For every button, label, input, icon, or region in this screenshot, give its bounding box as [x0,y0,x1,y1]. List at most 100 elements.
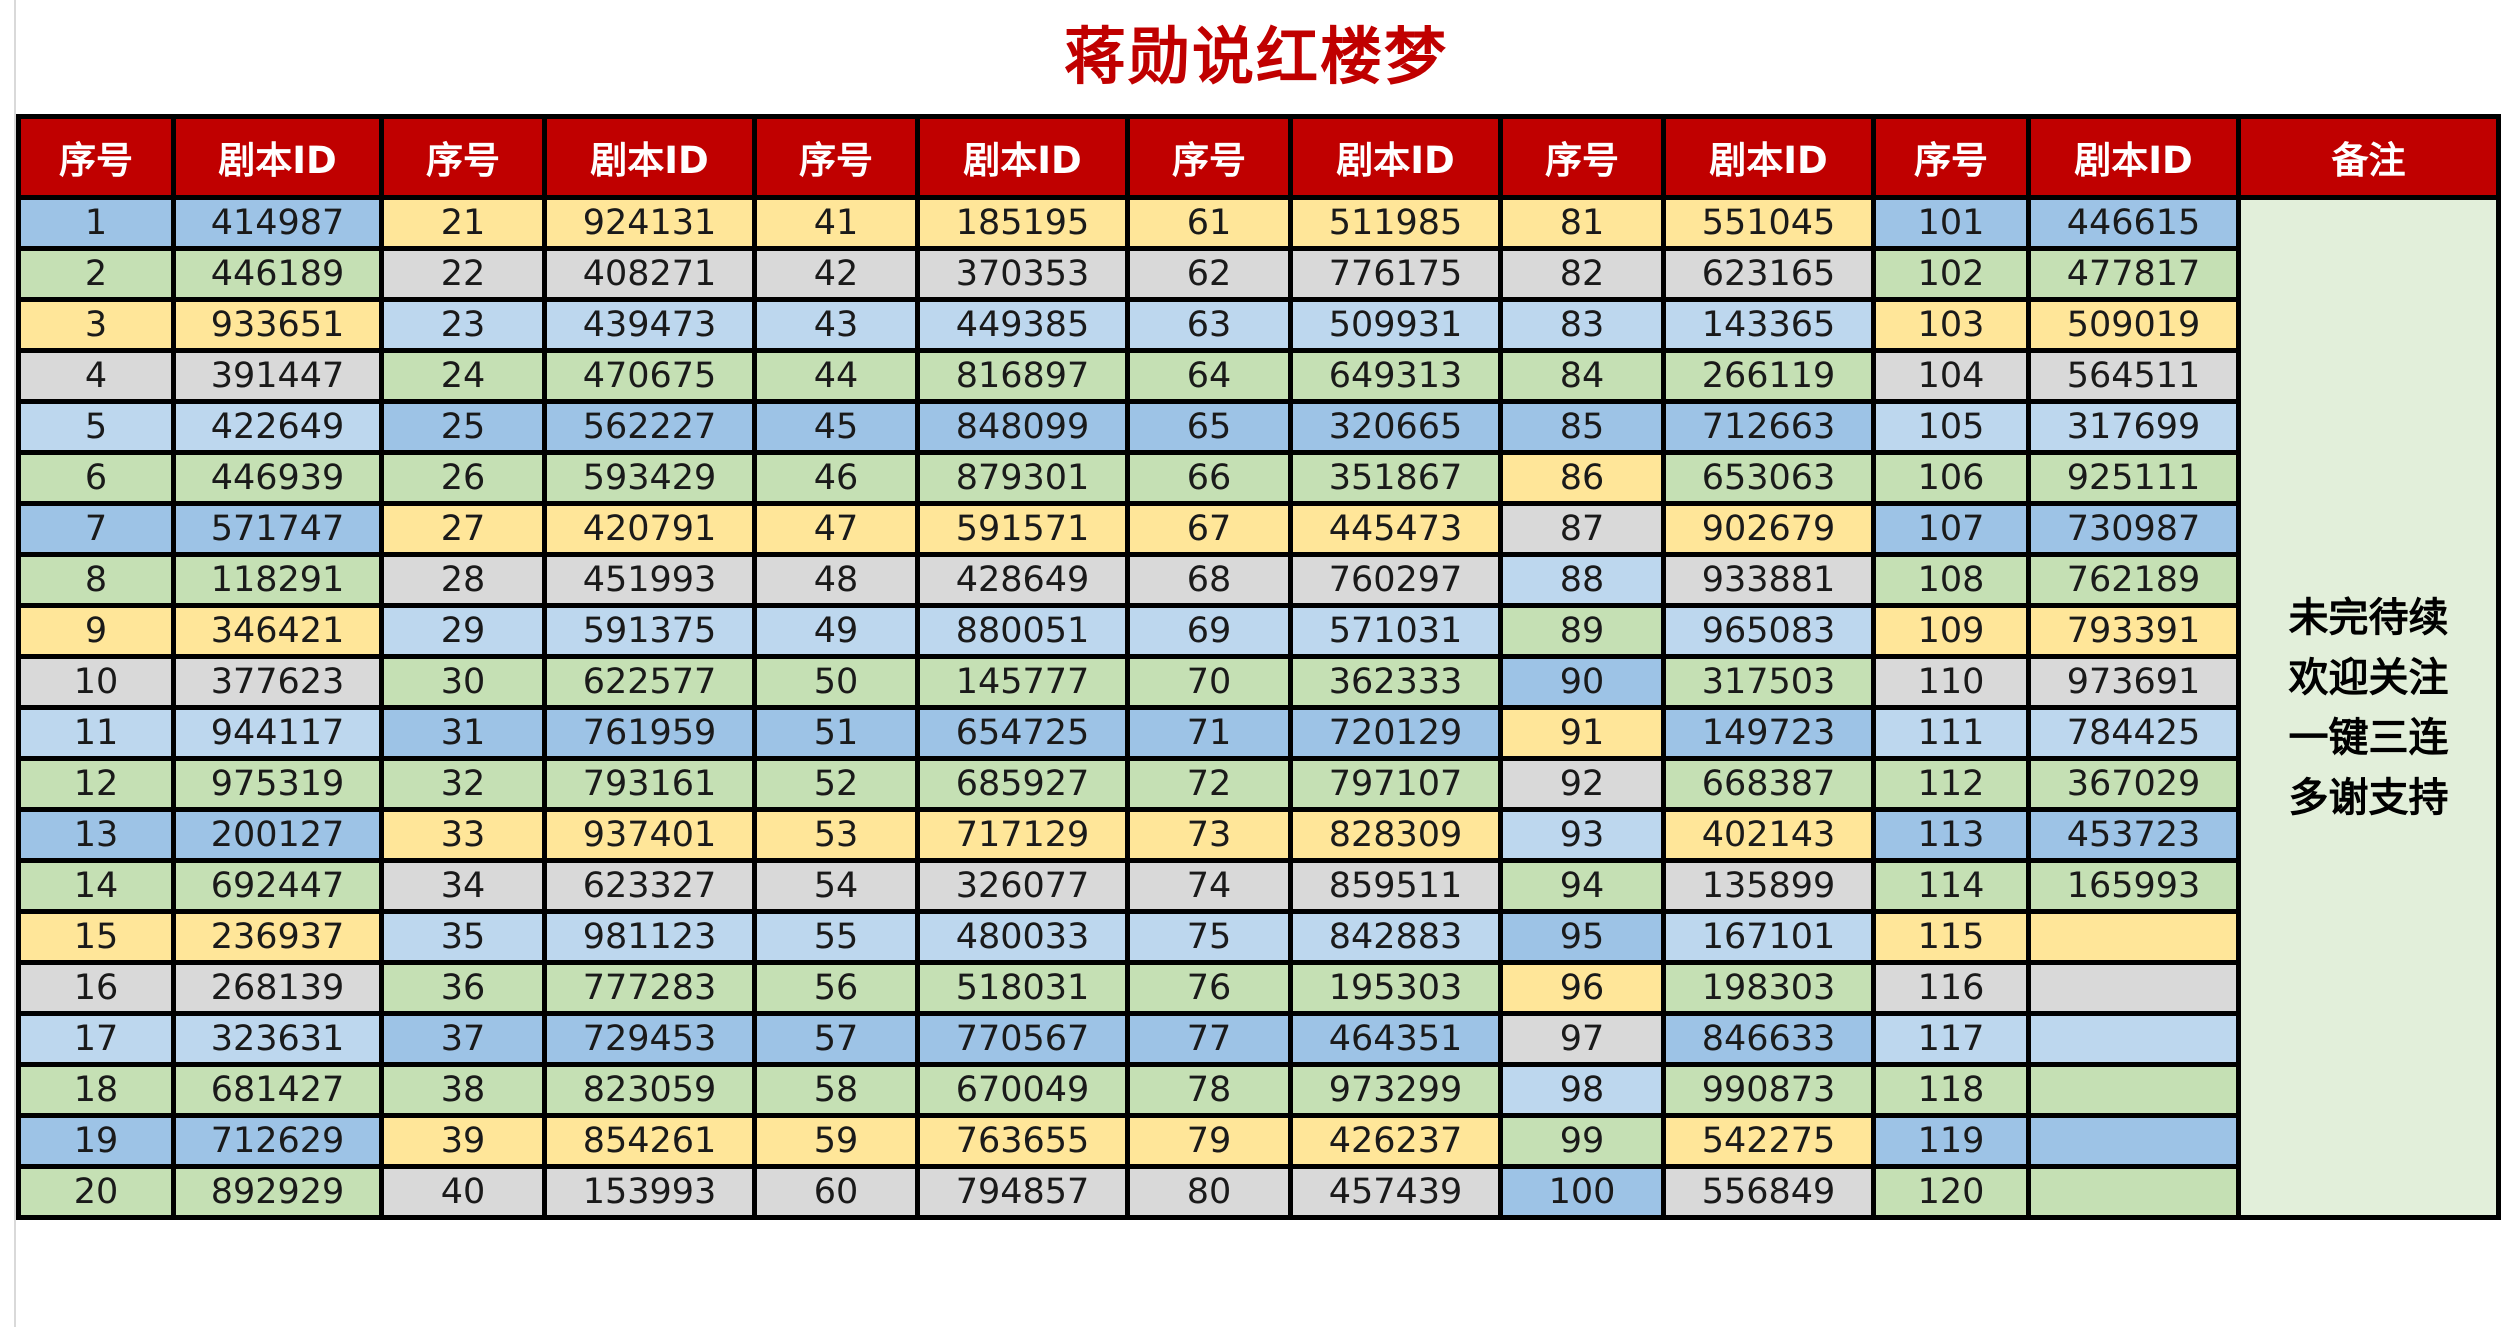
script-id-cell[interactable]: 793161 [542,756,757,812]
seq-cell[interactable]: 88 [1498,552,1666,608]
seq-cell[interactable]: 78 [1125,1062,1293,1118]
header-seq[interactable]: 序号 [1498,114,1666,200]
script-id-cell[interactable]: 323631 [171,1011,384,1067]
script-id-cell[interactable]: 681427 [171,1062,384,1118]
seq-cell[interactable]: 52 [752,756,920,812]
seq-cell[interactable]: 3 [16,297,176,353]
script-id-cell[interactable]: 377623 [171,654,384,710]
seq-cell[interactable]: 93 [1498,807,1666,863]
script-id-cell[interactable]: 879301 [915,450,1130,506]
seq-cell[interactable]: 24 [379,348,547,404]
script-id-cell[interactable]: 326077 [915,858,1130,914]
script-id-cell[interactable]: 623327 [542,858,757,914]
seq-cell[interactable]: 53 [752,807,920,863]
seq-cell[interactable]: 58 [752,1062,920,1118]
seq-cell[interactable]: 95 [1498,909,1666,965]
seq-cell[interactable]: 83 [1498,297,1666,353]
header-seq[interactable]: 序号 [379,114,547,200]
seq-cell[interactable]: 57 [752,1011,920,1067]
seq-cell[interactable]: 94 [1498,858,1666,914]
seq-cell[interactable]: 113 [1871,807,2031,863]
script-id-cell[interactable] [2026,909,2241,965]
seq-cell[interactable]: 109 [1871,603,2031,659]
script-id-cell[interactable]: 965083 [1661,603,1876,659]
seq-cell[interactable]: 120 [1871,1164,2031,1220]
seq-cell[interactable]: 74 [1125,858,1293,914]
script-id-cell[interactable]: 145777 [915,654,1130,710]
seq-cell[interactable]: 85 [1498,399,1666,455]
script-id-cell[interactable]: 937401 [542,807,757,863]
script-id-cell[interactable]: 892929 [171,1164,384,1220]
seq-cell[interactable]: 38 [379,1062,547,1118]
script-id-cell[interactable]: 653063 [1661,450,1876,506]
script-id-cell[interactable]: 591375 [542,603,757,659]
script-id-cell[interactable]: 763655 [915,1113,1130,1169]
script-id-cell[interactable]: 317699 [2026,399,2241,455]
seq-cell[interactable]: 105 [1871,399,2031,455]
seq-cell[interactable]: 100 [1498,1164,1666,1220]
seq-cell[interactable]: 66 [1125,450,1293,506]
script-id-cell[interactable]: 777283 [542,960,757,1016]
seq-cell[interactable]: 4 [16,348,176,404]
script-id-cell[interactable]: 402143 [1661,807,1876,863]
seq-cell[interactable]: 117 [1871,1011,2031,1067]
seq-cell[interactable]: 81 [1498,195,1666,251]
script-id-cell[interactable]: 973299 [1288,1062,1503,1118]
script-id-cell[interactable]: 794857 [915,1164,1130,1220]
seq-cell[interactable]: 33 [379,807,547,863]
script-id-cell[interactable]: 236937 [171,909,384,965]
script-id-cell[interactable]: 185195 [915,195,1130,251]
seq-cell[interactable]: 21 [379,195,547,251]
header-script-id[interactable]: 剧本ID [2026,114,2241,200]
seq-cell[interactable]: 35 [379,909,547,965]
seq-cell[interactable]: 37 [379,1011,547,1067]
script-id-cell[interactable]: 571031 [1288,603,1503,659]
seq-cell[interactable]: 63 [1125,297,1293,353]
seq-cell[interactable]: 7 [16,501,176,557]
script-id-cell[interactable]: 428649 [915,552,1130,608]
seq-cell[interactable]: 112 [1871,756,2031,812]
seq-cell[interactable]: 60 [752,1164,920,1220]
seq-cell[interactable]: 41 [752,195,920,251]
script-id-cell[interactable]: 446615 [2026,195,2241,251]
script-id-cell[interactable]: 439473 [542,297,757,353]
seq-cell[interactable]: 30 [379,654,547,710]
seq-cell[interactable]: 2 [16,246,176,302]
header-script-id[interactable]: 剧本ID [542,114,757,200]
seq-cell[interactable]: 47 [752,501,920,557]
seq-cell[interactable]: 42 [752,246,920,302]
seq-cell[interactable]: 51 [752,705,920,761]
seq-cell[interactable]: 96 [1498,960,1666,1016]
script-id-cell[interactable]: 730987 [2026,501,2241,557]
seq-cell[interactable]: 108 [1871,552,2031,608]
script-id-cell[interactable]: 351867 [1288,450,1503,506]
script-id-cell[interactable]: 848099 [915,399,1130,455]
seq-cell[interactable]: 92 [1498,756,1666,812]
script-id-cell[interactable]: 167101 [1661,909,1876,965]
script-id-cell[interactable]: 511985 [1288,195,1503,251]
script-id-cell[interactable]: 649313 [1288,348,1503,404]
seq-cell[interactable]: 71 [1125,705,1293,761]
seq-cell[interactable]: 90 [1498,654,1666,710]
script-id-cell[interactable] [2026,1062,2241,1118]
script-id-cell[interactable]: 446939 [171,450,384,506]
seq-cell[interactable]: 76 [1125,960,1293,1016]
seq-cell[interactable]: 27 [379,501,547,557]
seq-cell[interactable]: 69 [1125,603,1293,659]
seq-cell[interactable]: 45 [752,399,920,455]
seq-cell[interactable]: 31 [379,705,547,761]
script-id-cell[interactable]: 902679 [1661,501,1876,557]
seq-cell[interactable]: 89 [1498,603,1666,659]
header-script-id[interactable]: 剧本ID [171,114,384,200]
script-id-cell[interactable]: 761959 [542,705,757,761]
seq-cell[interactable]: 114 [1871,858,2031,914]
header-script-id[interactable]: 剧本ID [1288,114,1503,200]
seq-cell[interactable]: 107 [1871,501,2031,557]
script-id-cell[interactable]: 685927 [915,756,1130,812]
seq-cell[interactable]: 6 [16,450,176,506]
seq-cell[interactable]: 101 [1871,195,2031,251]
script-id-cell[interactable]: 823059 [542,1062,757,1118]
script-id-cell[interactable]: 591571 [915,501,1130,557]
script-id-cell[interactable]: 346421 [171,603,384,659]
script-id-cell[interactable]: 933651 [171,297,384,353]
